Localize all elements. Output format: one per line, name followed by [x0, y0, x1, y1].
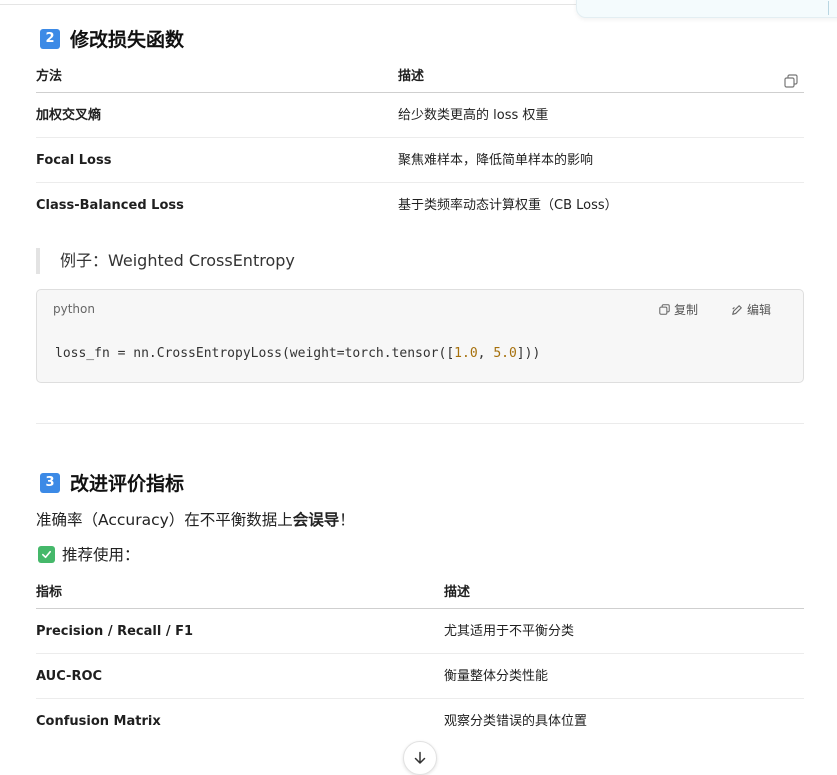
edit-code-button[interactable]: 编辑: [731, 301, 771, 318]
table-cell-description: 给少数类更高的 loss 权重: [398, 108, 549, 123]
accuracy-note: 准确率（Accuracy）在不平衡数据上会误导！: [36, 508, 355, 530]
section-divider: [36, 423, 804, 424]
table-row: 加权交叉熵 给少数类更高的 loss 权重: [36, 93, 804, 138]
table-cell-metric: Confusion Matrix: [36, 714, 161, 729]
table-row: Focal Loss 聚焦难样本，降低简单样本的影响: [36, 138, 804, 183]
check-icon: [38, 545, 55, 563]
table-cell-method: Class-Balanced Loss: [36, 198, 184, 213]
table-row: AUC-ROC 衡量整体分类性能: [36, 654, 804, 699]
loss-methods-table: 方法 描述 加权交叉熵 给少数类更高的 loss 权重 Focal Loss 聚…: [36, 60, 804, 227]
table-cell-description: 聚焦难样本，降低简单样本的影响: [398, 153, 594, 168]
header-description: 描述: [444, 585, 471, 600]
note-emphasis: 会误导: [292, 511, 340, 529]
top-divider: [0, 4, 580, 5]
section-title: 修改损失函数: [70, 29, 185, 51]
code-language-label: python: [53, 302, 95, 316]
note-text: ！: [339, 511, 355, 529]
edit-icon: [732, 304, 742, 315]
code-number: 1.0: [454, 346, 478, 361]
header-description: 描述: [398, 69, 425, 84]
code-line: loss_fn = nn.CrossEntropyLoss(weight=tor…: [55, 346, 540, 361]
code-text: ,: [477, 346, 494, 361]
note-text: 准确率（Accuracy）在不平衡数据上: [36, 511, 293, 529]
code-text: ])): [516, 346, 541, 361]
table-cell-description: 尤其适用于不平衡分类: [444, 624, 575, 639]
code-number: 5.0: [493, 346, 517, 361]
edit-code-label: 编辑: [747, 303, 772, 317]
header-method: 方法: [36, 69, 63, 84]
code-text: loss_fn = nn.CrossEntropyLoss(weight=tor…: [55, 346, 455, 361]
copy-icon[interactable]: [784, 74, 798, 88]
section-heading-3: 3 改进评价指标: [40, 469, 184, 496]
number-2-badge: 2: [40, 28, 60, 49]
floating-input-card[interactable]: [576, 0, 837, 18]
table-cell-method: 加权交叉熵: [36, 108, 102, 123]
table-row: Confusion Matrix 观察分类错误的具体位置: [36, 699, 804, 743]
table-row: Class-Balanced Loss 基于类频率动态计算权重（CB Loss）: [36, 183, 804, 227]
copy-icon: [659, 304, 670, 315]
table-header-row: 指标 描述: [36, 576, 804, 609]
metrics-table: 指标 描述 Precision / Recall / F1 尤其适用于不平衡分类…: [36, 576, 804, 743]
number-3-badge: 3: [40, 472, 60, 493]
code-block: python 复制 编辑 loss_fn = nn.CrossEntropyLo…: [36, 289, 804, 383]
example-blockquote: 例子：Weighted CrossEntropy: [36, 248, 295, 274]
section-title: 改进评价指标: [70, 473, 185, 495]
table-cell-description: 衡量整体分类性能: [444, 669, 549, 684]
arrow-down-icon: [414, 751, 426, 764]
table-row: Precision / Recall / F1 尤其适用于不平衡分类: [36, 609, 804, 654]
scroll-down-button[interactable]: [403, 741, 437, 775]
table-cell-metric: Precision / Recall / F1: [36, 624, 194, 639]
copy-code-label: 复制: [674, 303, 699, 317]
table-header-row: 方法 描述: [36, 60, 804, 93]
copy-code-button[interactable]: 复制: [659, 301, 698, 318]
recommend-label: 推荐使用：: [62, 546, 140, 564]
input-cursor-bar: [828, 1, 829, 15]
table-cell-method: Focal Loss: [36, 153, 112, 168]
section-heading-2: 2 修改损失函数: [40, 25, 184, 52]
table-cell-description: 观察分类错误的具体位置: [444, 714, 588, 729]
recommend-line: 推荐使用：: [38, 543, 140, 565]
table-cell-description: 基于类频率动态计算权重（CB Loss）: [398, 198, 618, 213]
header-metric: 指标: [36, 585, 63, 600]
table-cell-metric: AUC-ROC: [36, 669, 103, 684]
